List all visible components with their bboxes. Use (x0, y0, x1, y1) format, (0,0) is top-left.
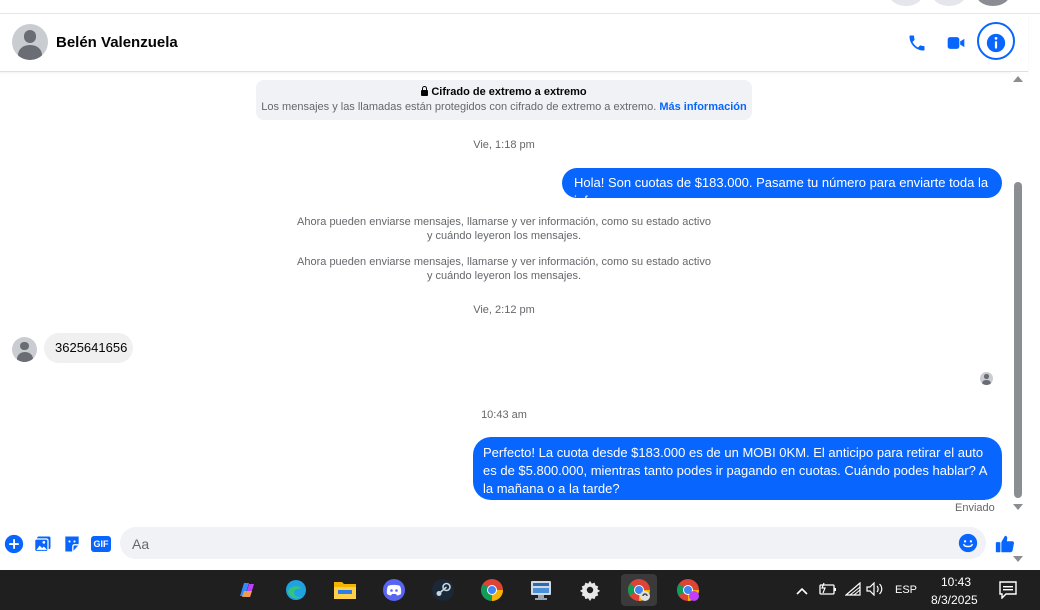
message-text: 3625641656 (55, 340, 128, 355)
copilot-icon[interactable] (229, 574, 265, 606)
chevron-up-icon[interactable] (796, 583, 808, 601)
settings-gear-icon[interactable] (572, 574, 608, 606)
notice: Ahora pueden enviarse mensajes, llamarse… (254, 215, 754, 243)
video-camera-icon[interactable] (941, 28, 971, 58)
chat-header: Belén Valenzuela (0, 14, 1028, 72)
contact-avatar[interactable] (12, 24, 48, 60)
notice-line: y cuándo leyeron los mensajes. (426, 230, 582, 242)
add-icon[interactable] (3, 533, 25, 555)
contact-name[interactable]: Belén Valenzuela (56, 34, 178, 51)
message-input[interactable]: Aa (120, 527, 986, 559)
clock-date[interactable]: 8/3/2025 (931, 593, 978, 607)
timestamp: Vie, 2:12 pm (473, 304, 535, 316)
encryption-title: Cifrado de extremo a extremo (431, 86, 587, 98)
lock-icon (421, 86, 429, 96)
edge-browser-icon[interactable] (278, 574, 314, 606)
info-icon[interactable] (981, 28, 1011, 58)
messenger-window: Belén Valenzuela Cifrado de extremo a ex… (0, 0, 1040, 570)
phone-icon[interactable] (902, 28, 932, 58)
composer: GIF Aa (0, 524, 1028, 564)
like-icon[interactable] (994, 533, 1016, 555)
emoji-icon[interactable] (958, 533, 978, 558)
sticker-icon[interactable] (61, 533, 83, 555)
top-strip (0, 0, 1040, 14)
outgoing-message[interactable]: Hola! Son cuotas de $183.000. Pasame tu … (562, 168, 1002, 208)
clock-time[interactable]: 10:43 (941, 575, 971, 589)
encryption-text: Los mensajes y las llamadas están proteg… (261, 101, 657, 113)
network-app-icon[interactable] (523, 574, 559, 606)
timestamp: 10:43 am (481, 409, 527, 421)
profile-avatar[interactable] (976, 0, 1010, 6)
top-action-button[interactable] (889, 0, 923, 6)
discord-icon[interactable] (376, 574, 412, 606)
message-text: Hola! Son cuotas de $183.000. Pasame tu … (574, 175, 989, 208)
file-explorer-icon[interactable] (327, 574, 363, 606)
taskbar: ESP 10:43 8/3/2025 (0, 570, 1040, 610)
sent-status: Enviado (955, 502, 995, 514)
chrome-icon[interactable] (474, 574, 510, 606)
chrome-profile-icon[interactable] (621, 574, 657, 606)
scroll-thumb[interactable] (1014, 182, 1022, 498)
more-info-link[interactable]: Más información (659, 101, 746, 113)
language-indicator[interactable]: ESP (895, 584, 917, 596)
scroll-up-arrow[interactable] (1013, 76, 1023, 82)
outgoing-message[interactable]: Perfecto! La cuota desde $183.000 es de … (473, 437, 1002, 500)
battery-icon[interactable] (819, 582, 837, 601)
encryption-notice: Cifrado de extremo a extremo Los mensaje… (256, 80, 752, 120)
gallery-icon[interactable] (32, 533, 54, 555)
scrollbar[interactable] (1011, 72, 1027, 570)
steam-icon[interactable] (425, 574, 461, 606)
message-placeholder: Aa (132, 536, 150, 552)
timestamp: Vie, 1:18 pm (473, 139, 535, 151)
notice-line: Ahora pueden enviarse mensajes, llamarse… (297, 216, 711, 228)
notice-line: y cuándo leyeron los mensajes. (426, 270, 582, 282)
incoming-message[interactable]: 3625641656 (44, 333, 133, 363)
notice-line: Ahora pueden enviarse mensajes, llamarse… (297, 256, 711, 268)
notice: Ahora pueden enviarse mensajes, llamarse… (254, 255, 754, 283)
sender-avatar[interactable] (12, 337, 37, 362)
scroll-down-arrow[interactable] (1013, 504, 1023, 510)
chrome-profile-icon[interactable] (670, 574, 706, 606)
wifi-icon[interactable] (844, 581, 861, 601)
top-action-button[interactable] (932, 0, 966, 6)
gif-icon[interactable]: GIF (90, 533, 112, 555)
read-receipt-avatar (980, 372, 993, 385)
volume-icon[interactable] (866, 581, 884, 601)
message-text: Perfecto! La cuota desde $183.000 es de … (483, 445, 987, 496)
notifications-icon[interactable] (999, 581, 1017, 604)
